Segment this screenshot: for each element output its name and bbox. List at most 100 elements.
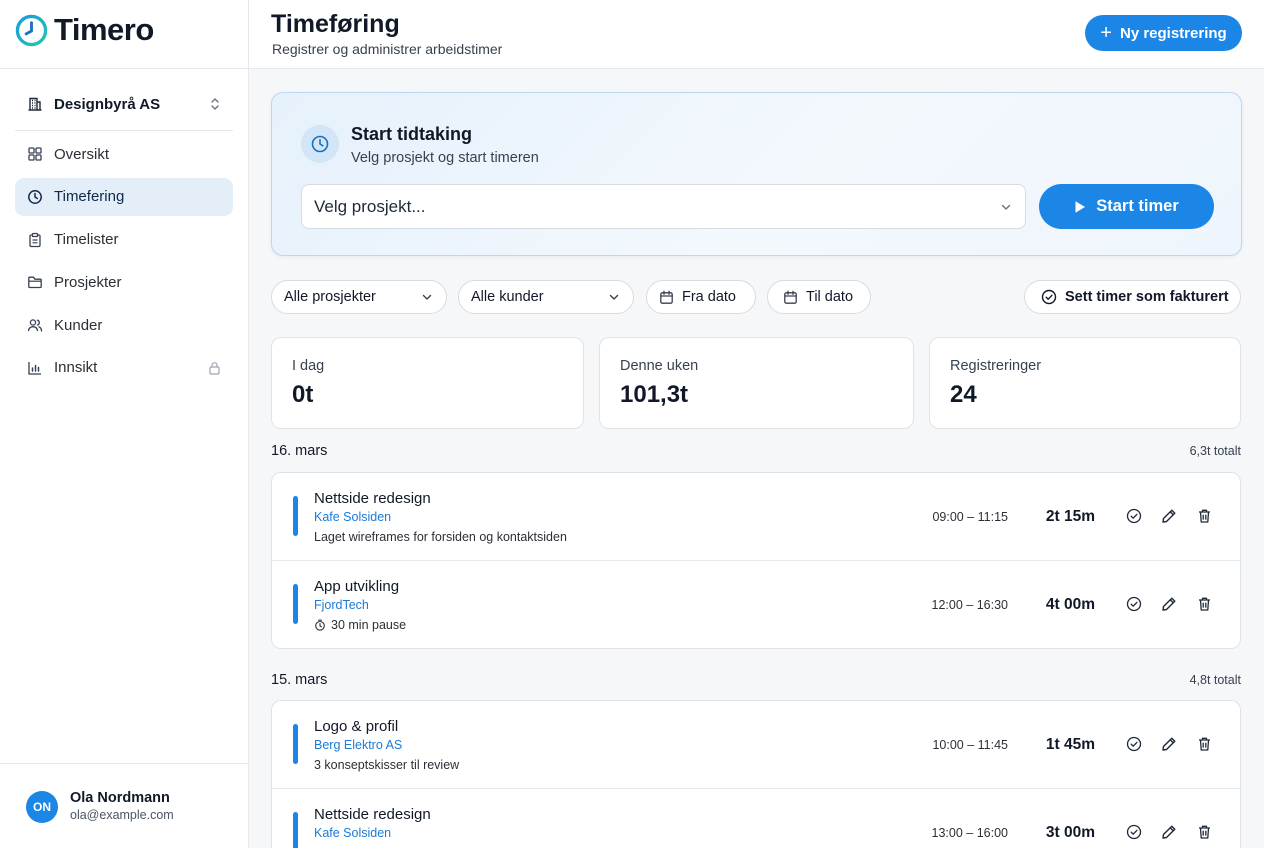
stat-label: Registreringer: [950, 358, 1042, 374]
chevron-down-icon: [422, 294, 432, 300]
pencil-icon: [1162, 509, 1176, 523]
org-name: Designbyrå AS: [54, 95, 161, 113]
entry-time-range: 09:00 – 11:15: [932, 510, 1008, 524]
trash-icon: [1198, 825, 1210, 839]
user-info: Ola Nordmann ola@example.com: [70, 789, 174, 824]
chevron-updown-icon: [211, 98, 219, 110]
sidebar-item-oversikt[interactable]: Oversikt: [15, 135, 233, 173]
mark-billed-button[interactable]: Sett timer som fakturert: [1024, 280, 1241, 314]
edit-entry-button[interactable]: [1160, 595, 1178, 613]
app-logo[interactable]: Timero: [15, 12, 154, 48]
entry-customer[interactable]: Kafe Solsiden: [314, 510, 391, 524]
edit-entry-button[interactable]: [1160, 507, 1178, 525]
entry-list: Logo & profil Berg Elektro AS 3 konsepts…: [271, 700, 1241, 848]
entry-note: 30 min pause: [314, 618, 406, 632]
stat-value: 101,3t: [620, 381, 689, 408]
sidebar-item-timelister[interactable]: Timelister: [15, 221, 233, 259]
user-name: Ola Nordmann: [70, 790, 170, 806]
sidebar-item-label: Kunder: [54, 316, 103, 334]
entry-time-range: 10:00 – 11:45: [932, 738, 1008, 752]
to-date-label: Til dato: [806, 289, 854, 305]
sidebar-nav: Oversikt Timefering Timelister Prosjekte…: [15, 135, 233, 392]
entry-project: Nettside redesign: [314, 805, 431, 823]
day-date: 15. mars: [271, 672, 328, 688]
delete-entry-button[interactable]: [1195, 507, 1213, 525]
trash-icon: [1198, 597, 1210, 611]
timer-subtitle: Velg prosjekt og start timeren: [351, 150, 539, 166]
entry-duration: 2t 15m: [1045, 508, 1095, 525]
avatar: ON: [26, 790, 58, 823]
mark-billed-label: Sett timer som fakturert: [1065, 289, 1229, 305]
chevron-down-icon: [1001, 204, 1011, 210]
stat-card-registrations: Registreringer 24: [929, 337, 1241, 429]
calendar-icon: [660, 290, 673, 304]
day-total: 6,3t totalt: [1189, 444, 1241, 458]
start-timer-button[interactable]: Start timer: [1039, 184, 1214, 229]
check-circle-icon: [1126, 508, 1142, 524]
entry-project: App utvikling: [314, 577, 400, 595]
day-header: 16. mars 6,3t totalt: [271, 443, 1241, 459]
divider: [0, 68, 248, 69]
check-circle-icon: [1126, 824, 1142, 839]
entry-note-text: Laget wireframes for forsiden og kontakt…: [314, 530, 567, 544]
chevron-down-icon: [609, 294, 619, 300]
user-profile[interactable]: ON Ola Nordmann ola@example.com: [26, 789, 174, 824]
plus-icon: +: [1100, 22, 1112, 44]
timer-card: Start tidtaking Velg prosjekt og start t…: [271, 92, 1242, 256]
org-switcher[interactable]: Designbyrå AS: [15, 86, 233, 122]
sidebar-item-innsikt[interactable]: Innsikt: [15, 349, 233, 387]
project-filter[interactable]: Alle prosjekter: [271, 280, 447, 314]
to-date-filter[interactable]: Til dato: [767, 280, 871, 314]
clipboard-icon: [29, 232, 41, 247]
stat-label: Denne uken: [620, 358, 699, 374]
stat-card-week: Denne uken 101,3t: [599, 337, 914, 429]
project-color-bar: [293, 583, 298, 624]
entry-list: Nettside redesign Kafe Solsiden Laget wi…: [271, 472, 1241, 649]
sidebar-item-kunder[interactable]: Kunder: [15, 306, 233, 344]
app-name: Timero: [54, 12, 154, 47]
folder-icon: [28, 276, 42, 289]
play-icon: [1075, 200, 1086, 213]
project-color-bar: [293, 724, 298, 764]
timer-icon: [315, 619, 325, 631]
project-select-value: Velg prosjekt...: [314, 196, 426, 216]
entry-customer[interactable]: Berg Elektro AS: [314, 738, 402, 752]
time-entry[interactable]: App utvikling FjordTech 30 min pause 12:…: [272, 561, 1240, 649]
time-entry[interactable]: Logo & profil Berg Elektro AS 3 konsepts…: [272, 701, 1240, 789]
mark-billed-entry-button[interactable]: [1125, 823, 1143, 841]
delete-entry-button[interactable]: [1195, 595, 1213, 613]
edit-entry-button[interactable]: [1160, 823, 1178, 841]
time-entry[interactable]: Nettside redesign Kafe Solsiden 13:00 – …: [272, 789, 1240, 848]
entry-time-range: 12:00 – 16:30: [931, 597, 1008, 612]
time-entry[interactable]: Nettside redesign Kafe Solsiden Laget wi…: [272, 473, 1240, 561]
from-date-filter[interactable]: Fra dato: [646, 280, 756, 314]
pencil-icon: [1162, 737, 1176, 751]
entry-duration: 1t 45m: [1045, 736, 1095, 753]
entry-note-text: 30 min pause: [331, 617, 407, 632]
from-date-label: Fra dato: [682, 289, 736, 305]
new-registration-button[interactable]: + Ny registrering: [1085, 15, 1242, 51]
entry-customer[interactable]: FjordTech: [314, 598, 369, 612]
delete-entry-button[interactable]: [1195, 823, 1213, 841]
check-circle-icon: [1041, 289, 1057, 305]
sidebar-item-prosjekter[interactable]: Prosjekter: [15, 263, 233, 301]
customer-filter[interactable]: Alle kunder: [458, 280, 634, 314]
entry-note: Laget wireframes for forsiden og kontakt…: [314, 530, 567, 544]
project-filter-value: Alle prosjekter: [284, 289, 376, 305]
edit-entry-button[interactable]: [1160, 735, 1178, 753]
mark-billed-entry-button[interactable]: [1125, 735, 1143, 753]
project-color-bar: [293, 496, 298, 536]
mark-billed-entry-button[interactable]: [1125, 507, 1143, 525]
pencil-icon: [1162, 597, 1176, 611]
pencil-icon: [1162, 825, 1176, 839]
delete-entry-button[interactable]: [1195, 735, 1213, 753]
stat-value: 0t: [292, 381, 314, 408]
project-select[interactable]: Velg prosjekt...: [301, 184, 1026, 229]
sidebar-item-timefering[interactable]: Timefering: [15, 177, 233, 216]
check-circle-icon: [1126, 736, 1142, 752]
project-color-bar: [293, 811, 298, 848]
mark-billed-entry-button[interactable]: [1125, 595, 1143, 613]
sidebar-item-label: Timefering: [54, 188, 125, 206]
entry-customer[interactable]: Kafe Solsiden: [314, 826, 391, 840]
entry-duration: 3t 00m: [1045, 823, 1095, 841]
